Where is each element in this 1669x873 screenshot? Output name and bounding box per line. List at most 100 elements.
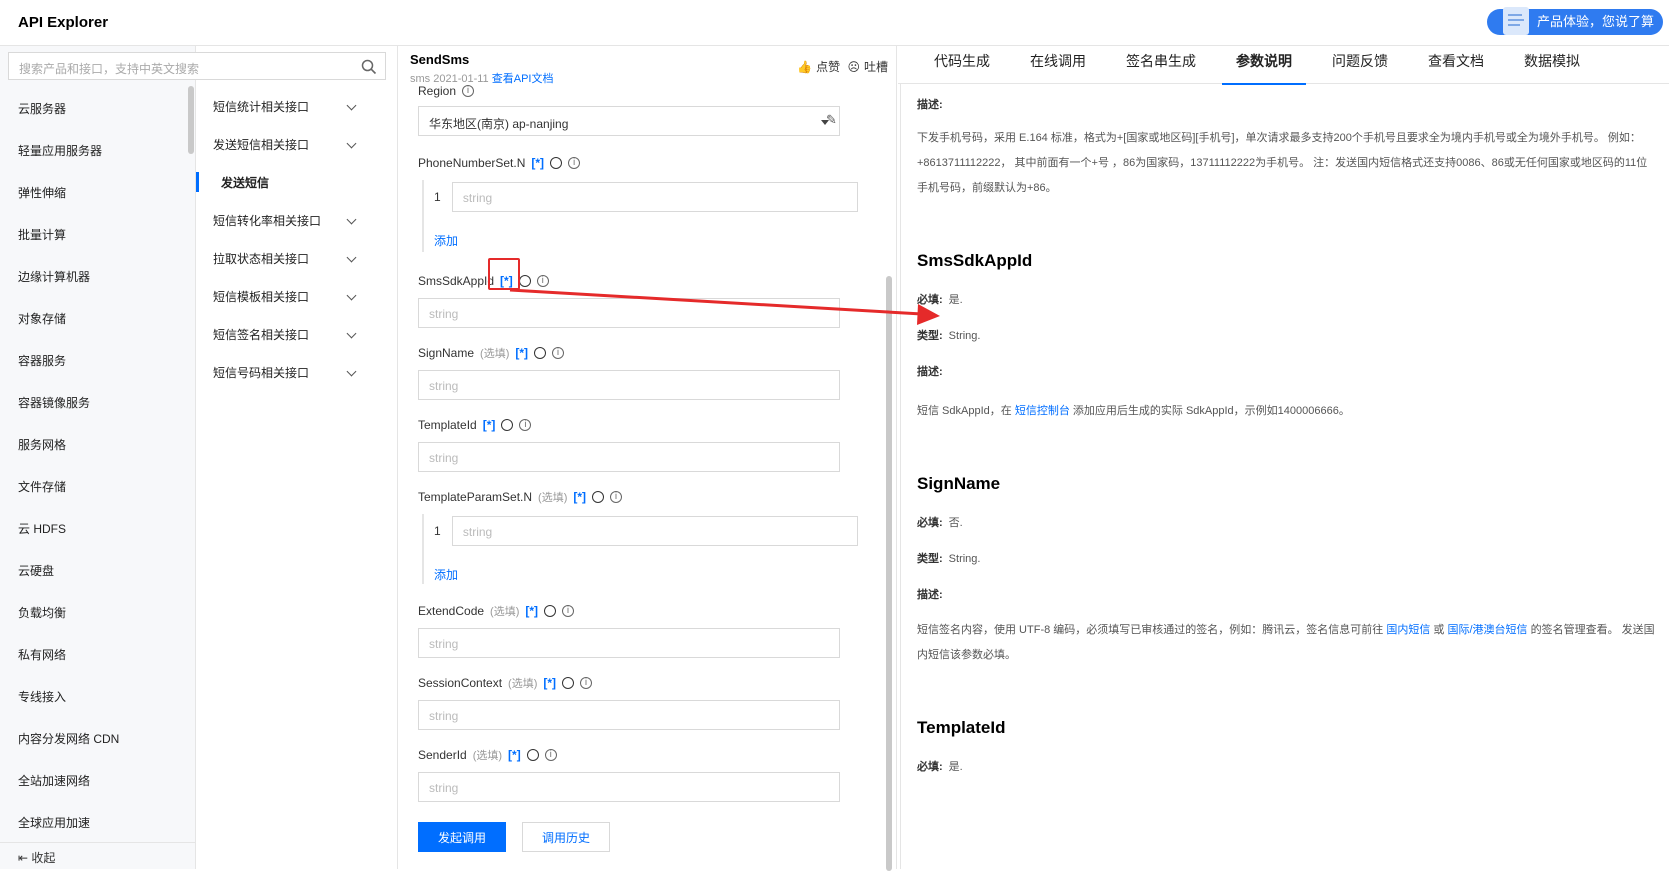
api-group-item[interactable]: 短信签名相关接口 <box>197 316 377 354</box>
sidebar-item-product[interactable]: 负载均衡 <box>0 592 196 634</box>
chevron-down-icon[interactable] <box>346 366 357 377</box>
chevron-down-icon[interactable] <box>346 290 357 301</box>
tab-6[interactable]: 数据模拟 <box>1510 46 1594 84</box>
intl-sms-link[interactable]: 国际/港澳台短信 <box>1447 624 1527 636</box>
phone-input[interactable]: string <box>451 182 858 212</box>
frown-icon[interactable] <box>518 275 531 287</box>
thumbs-up-icon[interactable]: 👍 <box>797 60 812 74</box>
pencil-icon[interactable]: ✎ <box>826 112 837 128</box>
api-group-item[interactable]: 发送短信相关接口 <box>197 126 377 164</box>
required-tag[interactable]: [*] <box>573 490 586 504</box>
chevron-down-icon[interactable] <box>346 328 357 339</box>
info-icon[interactable]: i <box>462 85 475 97</box>
add-phone-link[interactable]: 添加 <box>434 232 458 249</box>
sidebar-item-product[interactable]: 对象存储 <box>0 298 196 340</box>
senderid-input[interactable]: string <box>418 772 840 802</box>
like-label[interactable]: 点赞 <box>816 60 840 74</box>
phone-description: 下发手机号码，采用 E.164 标准，格式为+[国家或地区码][手机号]，单次请… <box>917 132 1648 194</box>
required-tag[interactable]: [*] <box>531 156 544 170</box>
sidebar-item-product[interactable]: 私有网络 <box>0 634 196 676</box>
sidebar-item-product[interactable]: 边缘计算机器 <box>0 256 196 298</box>
required-tag[interactable]: [*] <box>543 676 556 690</box>
sdkappid-input[interactable]: string <box>418 298 840 328</box>
search-icon[interactable] <box>361 59 377 75</box>
sidebar-item-product[interactable]: 云服务器 <box>0 88 196 130</box>
required-value: 否. <box>948 517 963 529</box>
templateparam-label-text: TemplateParamSet.N <box>418 490 533 504</box>
info-icon[interactable]: i <box>568 157 581 169</box>
sidebar-scrollbar[interactable] <box>188 86 194 154</box>
tab-2[interactable]: 签名串生成 <box>1112 46 1210 84</box>
extendcode-input[interactable]: string <box>418 628 840 658</box>
frown-icon[interactable] <box>550 157 563 169</box>
sms-console-link[interactable]: 短信控制台 <box>1015 405 1070 417</box>
sidebar-item-product[interactable]: 服务网格 <box>0 424 196 466</box>
api-group-item[interactable]: 短信统计相关接口 <box>197 88 377 126</box>
tab-5[interactable]: 查看文档 <box>1414 46 1498 84</box>
frown-icon[interactable] <box>534 347 547 359</box>
tab-1[interactable]: 在线调用 <box>1016 46 1100 84</box>
api-group-item[interactable]: 短信模板相关接口 <box>197 278 377 316</box>
history-button[interactable]: 调用历史 <box>522 822 610 852</box>
add-templateparam-link[interactable]: 添加 <box>434 566 458 583</box>
sidebar-item-product[interactable]: 全站加速网络 <box>0 760 196 802</box>
sessioncontext-label: SessionContext (选填) [*] i <box>418 674 858 692</box>
region-row: 华东地区(南京) ap-nanjing ✎ <box>418 106 858 136</box>
api-item-active[interactable]: 发送短信 <box>196 164 377 202</box>
info-icon[interactable]: i <box>519 419 532 431</box>
sidebar-item-product[interactable]: 弹性伸缩 <box>0 172 196 214</box>
signname-input[interactable]: string <box>418 370 840 400</box>
search-input[interactable]: 搜索产品和接口，支持中英文搜索 <box>8 52 386 80</box>
form-scrollbar[interactable] <box>886 276 892 871</box>
sidebar-item-product[interactable]: 批量计算 <box>0 214 196 256</box>
templateid-input[interactable]: string <box>418 442 840 472</box>
templateparam-input[interactable]: string <box>451 516 858 546</box>
submit-button[interactable]: 发起调用 <box>418 822 506 852</box>
tab-4[interactable]: 问题反馈 <box>1318 46 1402 84</box>
frown-icon[interactable] <box>544 605 557 617</box>
collapse-button[interactable]: ⇤ 收起 <box>0 842 196 872</box>
required-tag[interactable]: [*] <box>525 604 538 618</box>
sidebar-item-product[interactable]: 容器服务 <box>0 340 196 382</box>
info-icon[interactable]: i <box>580 677 593 689</box>
required-tag[interactable]: [*] <box>508 748 521 762</box>
frown-icon[interactable] <box>501 419 514 431</box>
chevron-down-icon[interactable] <box>346 100 357 111</box>
extendcode-label: ExtendCode (选填) [*] i <box>418 602 858 620</box>
required-tag[interactable]: [*] <box>515 346 528 360</box>
sidebar-item-product[interactable]: 云 HDFS <box>0 508 196 550</box>
info-icon[interactable]: i <box>552 347 565 359</box>
api-group-item[interactable]: 短信转化率相关接口 <box>197 202 377 240</box>
sidebar-item-product[interactable]: 专线接入 <box>0 676 196 718</box>
frown-icon[interactable] <box>592 491 605 503</box>
senderid-label-text: SenderId <box>418 748 467 762</box>
desc-label: 描述: <box>917 366 943 378</box>
sidebar-item-product[interactable]: 全球应用加速 <box>0 802 196 844</box>
chevron-down-icon[interactable] <box>346 252 357 263</box>
chevron-down-icon[interactable] <box>346 138 357 149</box>
complain-label[interactable]: 吐槽 <box>864 60 888 74</box>
info-icon[interactable]: i <box>562 605 575 617</box>
region-select[interactable]: 华东地区(南京) ap-nanjing <box>418 106 840 136</box>
tab-0[interactable]: 代码生成 <box>920 46 1004 84</box>
sidebar-item-product[interactable]: 文件存储 <box>0 466 196 508</box>
sidebar-item-product[interactable]: 云硬盘 <box>0 550 196 592</box>
info-icon[interactable]: i <box>536 275 549 287</box>
required-value: 是. <box>948 761 963 773</box>
sidebar-item-product[interactable]: 内容分发网络 CDN <box>0 718 196 760</box>
domestic-sms-link[interactable]: 国内短信 <box>1386 624 1430 636</box>
frown-icon[interactable]: ☹ <box>847 60 860 74</box>
info-icon[interactable]: i <box>610 491 623 503</box>
required-tag[interactable]: [*] <box>483 418 496 432</box>
api-group-item[interactable]: 拉取状态相关接口 <box>197 240 377 278</box>
tab-3[interactable]: 参数说明 <box>1222 46 1306 85</box>
frown-icon[interactable] <box>526 749 539 761</box>
sidebar-item-product[interactable]: 轻量应用服务器 <box>0 130 196 172</box>
feedback-button[interactable]: 产品体验，您说了算 <box>1487 7 1663 35</box>
sidebar-item-product[interactable]: 容器镜像服务 <box>0 382 196 424</box>
frown-icon[interactable] <box>562 677 575 689</box>
chevron-down-icon[interactable] <box>346 214 357 225</box>
api-group-item[interactable]: 短信号码相关接口 <box>197 354 377 392</box>
sessioncontext-input[interactable]: string <box>418 700 840 730</box>
info-icon[interactable]: i <box>544 749 557 761</box>
